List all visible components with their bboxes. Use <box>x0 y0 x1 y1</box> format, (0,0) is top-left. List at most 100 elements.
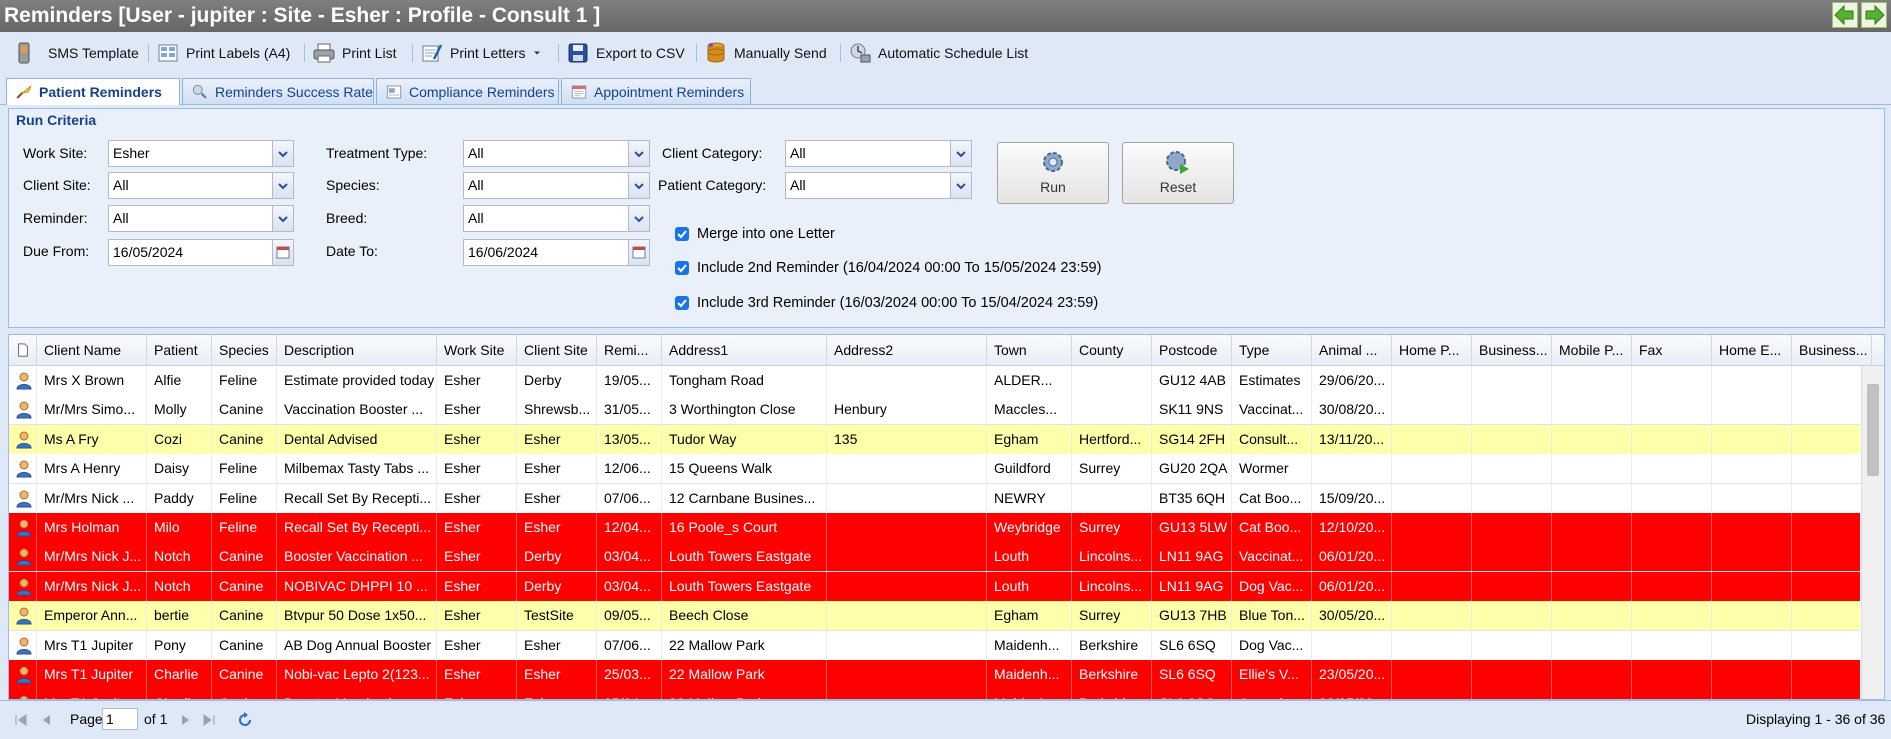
client-category-select[interactable]: All <box>785 140 972 167</box>
table-cell: Maidenh... <box>987 660 1072 689</box>
chevron-down-icon[interactable] <box>628 173 649 198</box>
table-cell: BT35 6QH <box>1152 483 1232 513</box>
refresh-icon[interactable] <box>236 711 254 729</box>
run-button[interactable]: Run <box>997 142 1109 204</box>
column-header[interactable]: Client Name <box>37 335 147 365</box>
column-header[interactable]: Work Site <box>437 335 517 365</box>
column-header[interactable]: Fax <box>1632 335 1712 365</box>
next-page-icon[interactable] <box>176 711 194 729</box>
checkbox-checked-icon[interactable] <box>675 261 689 275</box>
column-header[interactable]: Postcode <box>1152 335 1232 365</box>
column-header[interactable]: Description <box>277 335 437 365</box>
chevron-down-icon[interactable] <box>628 206 649 231</box>
row-client-icon-cell[interactable] <box>9 454 37 484</box>
first-page-icon[interactable] <box>12 711 30 729</box>
automatic-schedule-list-button[interactable]: Automatic Schedule List <box>848 39 1028 67</box>
row-client-icon-cell[interactable] <box>9 630 37 660</box>
column-header[interactable]: Town <box>987 335 1072 365</box>
table-row[interactable]: Emperor Ann... bertie Canine Btvpur 50 Dose… <box>9 601 1872 632</box>
reminder-select[interactable]: All <box>108 205 294 232</box>
table-row[interactable]: Mrs X Brown Alfie Feline Estimate provided … <box>9 366 1872 396</box>
table-row[interactable]: Mr/Mrs Nick J... Notch Canine Booster Vacci… <box>9 542 1872 573</box>
row-client-icon-cell[interactable] <box>9 660 37 689</box>
tab-patient-reminders[interactable]: Patient Reminders <box>6 78 180 105</box>
sms-template-button[interactable]: SMS Template <box>12 39 139 67</box>
column-header[interactable]: Species <box>212 335 277 365</box>
tab-reminders-success-rate[interactable]: Reminders Success Rate <box>182 78 374 104</box>
checkbox-checked-icon[interactable] <box>675 296 689 310</box>
row-client-icon-cell[interactable] <box>9 571 37 601</box>
tab-compliance-reminders[interactable]: Compliance Reminders <box>376 78 559 104</box>
row-client-icon-cell[interactable] <box>9 513 37 542</box>
column-header[interactable]: Home P... <box>1392 335 1472 365</box>
forward-arrow-icon[interactable] <box>1861 2 1887 28</box>
table-row[interactable]: Mrs T1 JupiterCharlieCanineBooster Vacci… <box>9 689 1872 699</box>
table-row[interactable]: Mrs T1 Jupiter Pony Canine AB Dog Annual Bo… <box>9 630 1872 661</box>
chevron-down-icon[interactable] <box>272 173 293 198</box>
include-third-reminder-checkbox[interactable]: Include 3rd Reminder (16/03/2024 00:00 T… <box>675 295 1098 311</box>
row-client-icon-cell[interactable] <box>9 483 37 513</box>
column-header[interactable]: Address1 <box>662 335 827 365</box>
export-csv-button[interactable]: Export to CSV <box>566 39 685 67</box>
chevron-down-icon[interactable] <box>272 206 293 231</box>
manually-send-button[interactable]: Manually Send <box>704 39 827 67</box>
back-arrow-icon[interactable] <box>1832 2 1858 28</box>
column-header[interactable]: Address2 <box>827 335 987 365</box>
breed-select[interactable]: All <box>463 205 650 232</box>
column-header[interactable]: Home E... <box>1712 335 1792 365</box>
client-site-select[interactable]: All <box>108 172 294 199</box>
print-letters-button[interactable]: Print Letters <box>420 39 543 67</box>
row-client-icon-cell[interactable] <box>9 395 37 425</box>
header-select-column[interactable] <box>9 335 37 365</box>
chevron-down-icon[interactable] <box>950 141 971 166</box>
last-page-icon[interactable] <box>200 711 218 729</box>
vertical-scrollbar[interactable] <box>1861 366 1884 699</box>
column-header[interactable]: Remi... <box>597 335 662 365</box>
species-select[interactable]: All <box>463 172 650 199</box>
column-header[interactable]: County <box>1072 335 1152 365</box>
column-header[interactable]: Type <box>1232 335 1312 365</box>
tab-appointment-reminders[interactable]: Appointment Reminders <box>561 78 751 104</box>
chevron-down-icon[interactable] <box>272 141 293 166</box>
table-row[interactable]: Mrs A Henry Daisy Feline Milbemax Tasty Tab… <box>9 454 1872 485</box>
scrollbar-thumb[interactable] <box>1867 384 1879 476</box>
calendar-icon[interactable] <box>272 240 293 265</box>
column-header[interactable]: Mobile P... <box>1552 335 1632 365</box>
date-to-date-field[interactable]: 16/06/2024 <box>463 239 650 266</box>
toolbar: SMS Template Print Labels (A4) Print Lis… <box>0 34 1891 72</box>
table-row[interactable]: Mr/Mrs Nick ... Paddy Feline Recall Set By … <box>9 483 1872 514</box>
due-from-date-field[interactable]: 16/05/2024 <box>108 239 294 266</box>
print-labels-button[interactable]: Print Labels (A4) <box>156 39 290 67</box>
labels-icon <box>158 44 178 62</box>
page-number-input[interactable]: 1 <box>102 708 138 730</box>
table-cell <box>1392 571 1472 601</box>
print-list-button[interactable]: Print List <box>312 39 396 67</box>
column-header[interactable]: Patient <box>147 335 212 365</box>
table-row[interactable]: Mr/Mrs Nick J... Notch Canine NOBIVAC DHPPI… <box>9 571 1872 602</box>
work-site-select[interactable]: Esher <box>108 140 294 167</box>
previous-page-icon[interactable] <box>38 711 56 729</box>
row-client-icon-cell[interactable] <box>9 689 37 699</box>
checkbox-checked-icon[interactable] <box>675 227 689 241</box>
table-row[interactable]: Ms A Fry Cozi Canine Dental Advised Esher Esh… <box>9 424 1872 455</box>
chevron-down-icon[interactable] <box>628 141 649 166</box>
chevron-down-icon[interactable] <box>950 173 971 198</box>
merge-letter-checkbox[interactable]: Merge into one Letter <box>675 226 835 242</box>
column-header[interactable]: Animal ... <box>1312 335 1392 365</box>
table-cell: SK11 9NS <box>1152 395 1232 425</box>
treatment-type-select[interactable]: All <box>463 140 650 167</box>
column-header[interactable]: Business... <box>1792 335 1872 365</box>
row-client-icon-cell[interactable] <box>9 542 37 572</box>
table-row[interactable]: Mr/Mrs Simo... Molly Canine Vaccination Boo… <box>9 395 1872 426</box>
row-client-icon-cell[interactable] <box>9 366 37 395</box>
row-client-icon-cell[interactable] <box>9 424 37 454</box>
reset-button[interactable]: Reset <box>1122 142 1234 204</box>
column-header[interactable]: Client Site <box>517 335 597 365</box>
table-row[interactable]: Mrs Holman Milo Feline Recall Set By Recept… <box>9 513 1872 543</box>
include-second-reminder-checkbox[interactable]: Include 2nd Reminder (16/04/2024 00:00 T… <box>675 260 1101 276</box>
row-client-icon-cell[interactable] <box>9 601 37 631</box>
calendar-icon[interactable] <box>628 240 649 265</box>
table-row[interactable]: Mrs T1 Jupiter Charlie Canine Nobi-vac Lept… <box>9 660 1872 690</box>
patient-category-select[interactable]: All <box>785 172 972 199</box>
column-header[interactable]: Business... <box>1472 335 1552 365</box>
